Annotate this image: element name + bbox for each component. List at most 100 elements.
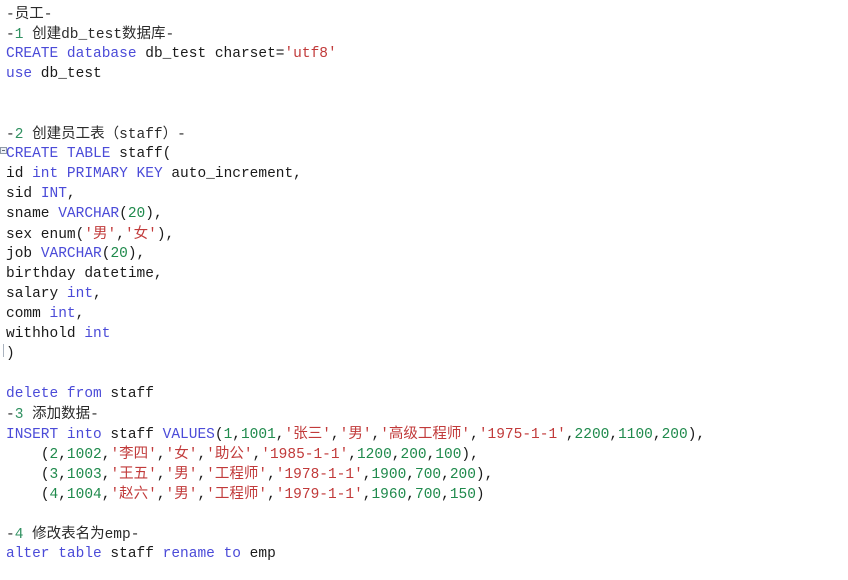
code-line[interactable]: job VARCHAR(20), (0, 244, 848, 264)
code-line[interactable]: (4,1004,'赵六','男','工程师','1979-1-1',1960,7… (0, 484, 848, 504)
token-kw: VARCHAR (40, 246, 102, 262)
token-plain: , (652, 427, 662, 443)
code-line-blank[interactable] (0, 364, 848, 384)
token-kw: from (66, 386, 102, 402)
code-line[interactable]: (2,1002,'李四','女','助公','1985-1-1',1200,20… (0, 444, 848, 464)
token-plain: comm (6, 306, 50, 322)
token-kw: int (32, 166, 59, 182)
token-plain: ) (6, 346, 15, 362)
token-str: '1975-1-1' (478, 427, 566, 443)
token-plain: ( (40, 447, 50, 463)
code-line[interactable]: id int PRIMARY KEY auto_increment, (0, 164, 848, 184)
token-plain: , (66, 186, 76, 202)
token-plain: staff( (110, 146, 172, 162)
code-line-comment[interactable]: -2 创建员工表（staff）- (0, 124, 848, 144)
token-kw: int (84, 326, 111, 342)
code-line[interactable]: sex enum('男','女'), (0, 224, 848, 244)
token-plain: , (197, 447, 207, 463)
token-str: ' (165, 487, 175, 503)
code-line-blank[interactable] (0, 504, 848, 524)
token-str: 'utf8' (284, 46, 337, 62)
code-line[interactable]: delete from staff (0, 384, 848, 404)
token-num: 3 (49, 467, 59, 483)
code-line[interactable]: use db_test (0, 64, 848, 84)
token-cmt: - (43, 7, 53, 23)
token-kw: CREATE (6, 146, 59, 162)
token-plain: ), (145, 206, 163, 222)
token-plain: ), (687, 427, 706, 443)
code-line[interactable]: salary int, (0, 284, 848, 304)
code-line[interactable]: sname VARCHAR(20), (0, 204, 848, 224)
token-plain: , (267, 467, 276, 483)
token-plain: , (232, 427, 241, 443)
token-str: ' (362, 427, 372, 443)
token-kw: INT (40, 186, 67, 202)
token-str: '1978-1-1' (275, 467, 363, 483)
code-line[interactable]: alter table staff rename to emp (0, 544, 848, 564)
token-str: ' (322, 427, 331, 443)
code-line[interactable]: INSERT into staff VALUES(1,1001,'张三','男'… (0, 424, 848, 444)
token-num: 100 (435, 447, 462, 463)
code-line[interactable]: sid INT, (0, 184, 848, 204)
code-line-blank[interactable] (0, 104, 848, 124)
code-lines-container[interactable]: -员工- -1 创建db_test数据库- CREATE database db_t… (0, 4, 848, 564)
token-str: ' (380, 427, 389, 443)
token-num: 700 (415, 467, 442, 483)
token-str: 工程师 (214, 466, 259, 482)
token-cmt (23, 127, 32, 143)
token-num: 200 (661, 427, 688, 443)
token-plain: , (75, 306, 85, 322)
token-plain: staff (101, 546, 163, 562)
code-line[interactable]: withhold int (0, 324, 848, 344)
token-num: 700 (415, 487, 442, 503)
token-num: 1200 (356, 447, 392, 463)
token-str: ' (148, 487, 157, 503)
token-str: 王五 (119, 466, 149, 482)
code-line[interactable]: ) (0, 344, 848, 364)
code-line[interactable]: CREATE database db_test charset='utf8' (0, 44, 848, 64)
token-plain: id (6, 166, 33, 182)
token-kw: alter (6, 546, 50, 562)
token-cmt: 修改表名为 (32, 526, 105, 542)
token-cmt: - (165, 27, 175, 43)
token-plain: ( (40, 467, 50, 483)
token-str: ' (165, 447, 175, 463)
token-plain: , (116, 227, 125, 243)
code-line[interactable]: birthday datetime, (0, 264, 848, 284)
token-cmt: - (6, 27, 15, 43)
code-line-comment[interactable]: -3 添加数据- (0, 404, 848, 424)
code-line-comment[interactable]: -1 创建db_test数据库- (0, 24, 848, 44)
token-str: ' (148, 227, 157, 243)
token-str: ' (243, 447, 253, 463)
token-str: ' (284, 427, 294, 443)
code-line-blank[interactable] (0, 84, 848, 104)
code-line[interactable]: comm int, (0, 304, 848, 324)
token-num: 1002 (66, 447, 102, 463)
token-plain: staff (101, 386, 154, 402)
code-line[interactable]: CREATE TABLE staff( (0, 144, 848, 164)
code-line[interactable]: (3,1003,'王五','男','工程师','1978-1-1',1900,7… (0, 464, 848, 484)
sql-code-editor[interactable]: -员工- -1 创建db_test数据库- CREATE database db_t… (0, 0, 848, 580)
token-str: ' (84, 227, 94, 243)
token-cmt: - (6, 407, 15, 423)
token-kw: table (58, 546, 102, 562)
token-str: 男 (348, 426, 363, 442)
token-plain: ), (156, 227, 175, 243)
token-plain: ( (214, 427, 224, 443)
token-plain: birthday datetime, (6, 266, 163, 282)
token-str: 男 (174, 466, 189, 482)
token-cmt: - (6, 7, 15, 23)
token-plain: , (197, 487, 207, 503)
token-num: 1960 (371, 487, 407, 503)
code-line-comment[interactable]: -4 修改表名为emp- (0, 524, 848, 544)
token-plain: ) (475, 487, 485, 503)
token-kw: KEY (136, 166, 163, 182)
token-str: 男 (93, 226, 108, 242)
token-plain: staff (101, 427, 163, 443)
token-num: 2 (49, 447, 59, 463)
code-line-comment[interactable]: -员工- (0, 4, 848, 24)
token-kw: VALUES (162, 427, 215, 443)
